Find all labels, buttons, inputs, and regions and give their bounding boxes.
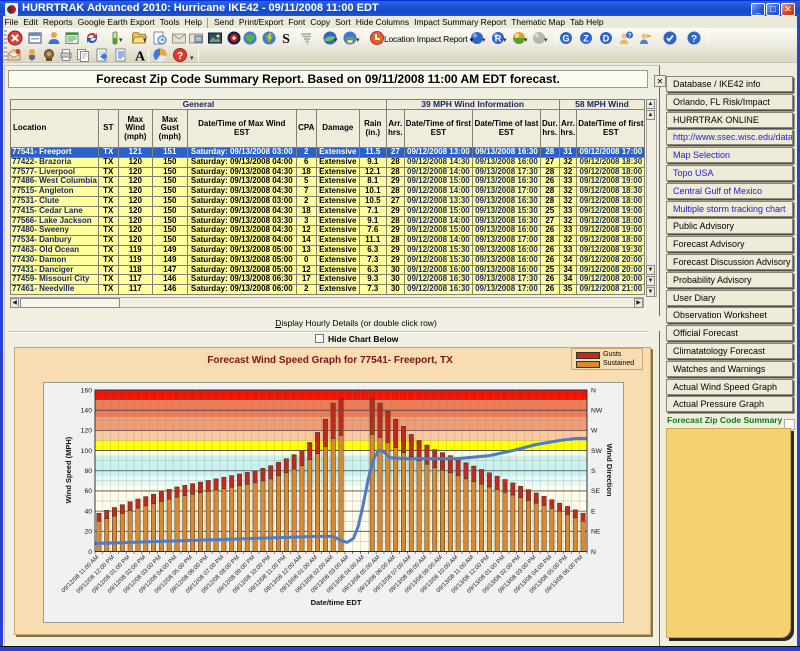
svg-text:NW: NW <box>591 408 603 415</box>
svg-text:20: 20 <box>84 529 92 536</box>
svg-text:N: N <box>591 549 596 556</box>
svg-text:SE: SE <box>591 488 601 495</box>
svg-text:W: W <box>591 428 598 435</box>
svg-text:N: N <box>591 387 596 394</box>
svg-text:0: 0 <box>88 549 92 556</box>
svg-text:160: 160 <box>81 387 93 394</box>
svg-text:SW: SW <box>591 448 603 455</box>
svg-text:E: E <box>591 508 596 515</box>
svg-text:Wind Direction: Wind Direction <box>605 444 614 497</box>
svg-text:S: S <box>591 468 596 475</box>
svg-text:NE: NE <box>591 529 601 536</box>
svg-text:Date/time EDT: Date/time EDT <box>311 598 362 607</box>
svg-text:40: 40 <box>84 508 92 515</box>
svg-text:120: 120 <box>81 428 93 435</box>
svg-text:80: 80 <box>84 468 92 475</box>
svg-text:60: 60 <box>84 488 92 495</box>
svg-text:140: 140 <box>81 408 93 415</box>
svg-text:Wind Speed (MPH): Wind Speed (MPH) <box>64 436 73 503</box>
svg-text:100: 100 <box>81 448 93 455</box>
